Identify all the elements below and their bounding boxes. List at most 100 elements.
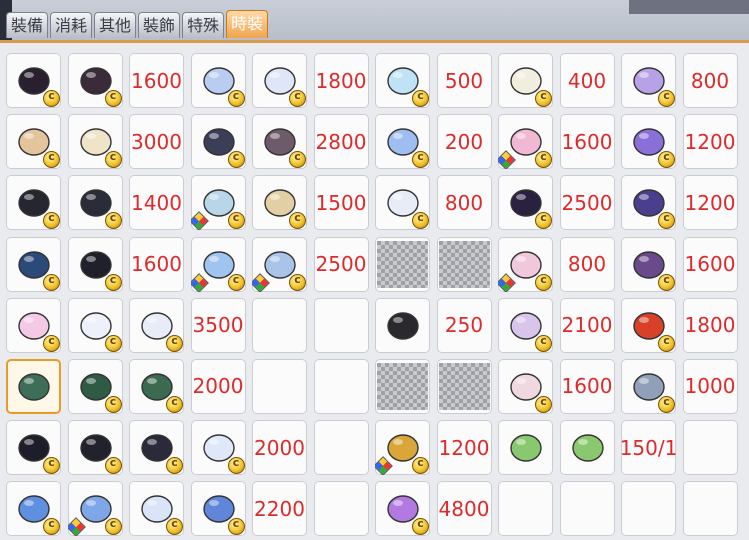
tab-1[interactable]: 消耗 bbox=[50, 12, 93, 38]
inventory-slot[interactable] bbox=[498, 297, 553, 353]
inventory-slot[interactable] bbox=[375, 358, 430, 414]
inventory-slot[interactable] bbox=[190, 481, 246, 537]
inventory-slot[interactable] bbox=[313, 481, 369, 537]
inventory-slot[interactable] bbox=[6, 53, 61, 108]
inventory-slot[interactable]: 400 bbox=[559, 53, 615, 108]
inventory-slot[interactable] bbox=[67, 114, 123, 170]
inventory-slot[interactable]: 2000 bbox=[252, 420, 307, 476]
inventory-slot[interactable] bbox=[621, 175, 676, 231]
tab-0[interactable]: 裝備 bbox=[6, 12, 49, 38]
inventory-slot[interactable]: 1600 bbox=[559, 114, 615, 170]
inventory-slot[interactable] bbox=[6, 236, 61, 292]
inventory-slot[interactable] bbox=[67, 420, 123, 476]
inventory-slot[interactable] bbox=[375, 53, 430, 108]
inventory-slot[interactable] bbox=[313, 358, 369, 414]
inventory-slot[interactable] bbox=[190, 53, 246, 108]
inventory-slot[interactable]: 500 bbox=[436, 53, 492, 108]
inventory-slot[interactable] bbox=[375, 114, 430, 170]
inventory-slot[interactable] bbox=[436, 236, 492, 292]
tab-4[interactable]: 特殊 bbox=[182, 12, 225, 38]
inventory-slot[interactable]: 250 bbox=[436, 297, 492, 353]
inventory-slot[interactable] bbox=[67, 236, 123, 292]
inventory-slot[interactable] bbox=[375, 481, 430, 537]
inventory-slot[interactable] bbox=[67, 53, 123, 108]
inventory-slot[interactable] bbox=[436, 358, 492, 414]
inventory-slot[interactable] bbox=[621, 481, 676, 537]
inventory-slot[interactable] bbox=[252, 297, 307, 353]
inventory-slot[interactable] bbox=[67, 297, 123, 353]
inventory-slot[interactable]: 1200 bbox=[682, 114, 738, 170]
tab-5[interactable]: 時裝 bbox=[226, 10, 269, 38]
inventory-slot[interactable]: 200 bbox=[436, 114, 492, 170]
inventory-slot[interactable] bbox=[252, 175, 307, 231]
inventory-slot[interactable]: 800 bbox=[436, 175, 492, 231]
inventory-slot[interactable] bbox=[313, 297, 369, 353]
inventory-slot[interactable]: 800 bbox=[559, 236, 615, 292]
inventory-slot[interactable] bbox=[375, 236, 430, 292]
inventory-slot[interactable] bbox=[129, 297, 184, 353]
inventory-slot[interactable] bbox=[190, 114, 246, 170]
inventory-slot[interactable] bbox=[559, 420, 615, 476]
inventory-slot[interactable]: 1600 bbox=[682, 236, 738, 292]
inventory-slot[interactable]: 1500 bbox=[313, 175, 369, 231]
inventory-slot[interactable]: 4800 bbox=[436, 481, 492, 537]
inventory-slot[interactable] bbox=[6, 175, 61, 231]
inventory-slot[interactable] bbox=[252, 358, 307, 414]
inventory-slot[interactable] bbox=[129, 481, 184, 537]
inventory-slot[interactable]: 2000 bbox=[190, 358, 246, 414]
inventory-slot[interactable]: 2800 bbox=[313, 114, 369, 170]
inventory-slot[interactable] bbox=[375, 297, 430, 353]
inventory-slot[interactable]: 1600 bbox=[129, 53, 184, 108]
inventory-slot[interactable] bbox=[6, 358, 61, 414]
inventory-slot[interactable] bbox=[621, 297, 676, 353]
inventory-slot[interactable] bbox=[498, 53, 553, 108]
inventory-slot[interactable] bbox=[190, 236, 246, 292]
inventory-slot[interactable]: 1000 bbox=[682, 358, 738, 414]
inventory-slot[interactable] bbox=[67, 358, 123, 414]
inventory-slot[interactable]: 1800 bbox=[313, 53, 369, 108]
tab-3[interactable]: 裝飾 bbox=[138, 12, 181, 38]
inventory-slot[interactable] bbox=[621, 236, 676, 292]
inventory-slot[interactable] bbox=[375, 420, 430, 476]
inventory-slot[interactable] bbox=[621, 53, 676, 108]
inventory-slot[interactable] bbox=[252, 236, 307, 292]
inventory-slot[interactable]: 1200 bbox=[436, 420, 492, 476]
inventory-slot[interactable] bbox=[313, 420, 369, 476]
inventory-slot[interactable] bbox=[498, 420, 553, 476]
inventory-slot[interactable]: 1200 bbox=[682, 175, 738, 231]
inventory-slot[interactable]: 2500 bbox=[313, 236, 369, 292]
inventory-slot[interactable] bbox=[621, 358, 676, 414]
inventory-slot[interactable] bbox=[6, 481, 61, 537]
inventory-slot[interactable] bbox=[498, 481, 553, 537]
inventory-slot[interactable] bbox=[129, 358, 184, 414]
inventory-slot[interactable]: 150/1 bbox=[621, 420, 676, 476]
inventory-slot[interactable]: 2100 bbox=[559, 297, 615, 353]
inventory-slot[interactable]: 1800 bbox=[682, 297, 738, 353]
inventory-slot[interactable]: 1600 bbox=[129, 236, 184, 292]
inventory-slot[interactable] bbox=[6, 420, 61, 476]
inventory-slot[interactable]: 1400 bbox=[129, 175, 184, 231]
inventory-slot[interactable]: 2200 bbox=[252, 481, 307, 537]
inventory-slot[interactable] bbox=[498, 114, 553, 170]
inventory-slot[interactable]: 3000 bbox=[129, 114, 184, 170]
inventory-slot[interactable] bbox=[559, 481, 615, 537]
tab-2[interactable]: 其他 bbox=[94, 12, 137, 38]
inventory-slot[interactable] bbox=[252, 114, 307, 170]
inventory-slot[interactable] bbox=[375, 175, 430, 231]
inventory-slot[interactable] bbox=[498, 175, 553, 231]
inventory-slot[interactable]: 1600 bbox=[559, 358, 615, 414]
inventory-slot[interactable] bbox=[498, 358, 553, 414]
inventory-slot[interactable] bbox=[67, 175, 123, 231]
inventory-slot[interactable] bbox=[621, 114, 676, 170]
inventory-slot[interactable]: 3500 bbox=[190, 297, 246, 353]
inventory-slot[interactable] bbox=[252, 53, 307, 108]
inventory-slot[interactable] bbox=[129, 420, 184, 476]
inventory-slot[interactable] bbox=[6, 114, 61, 170]
inventory-slot[interactable] bbox=[498, 236, 553, 292]
inventory-slot[interactable] bbox=[190, 175, 246, 231]
inventory-slot[interactable] bbox=[682, 481, 738, 537]
inventory-slot[interactable] bbox=[682, 420, 738, 476]
inventory-slot[interactable] bbox=[67, 481, 123, 537]
inventory-slot[interactable] bbox=[6, 297, 61, 353]
inventory-slot[interactable]: 800 bbox=[682, 53, 738, 108]
